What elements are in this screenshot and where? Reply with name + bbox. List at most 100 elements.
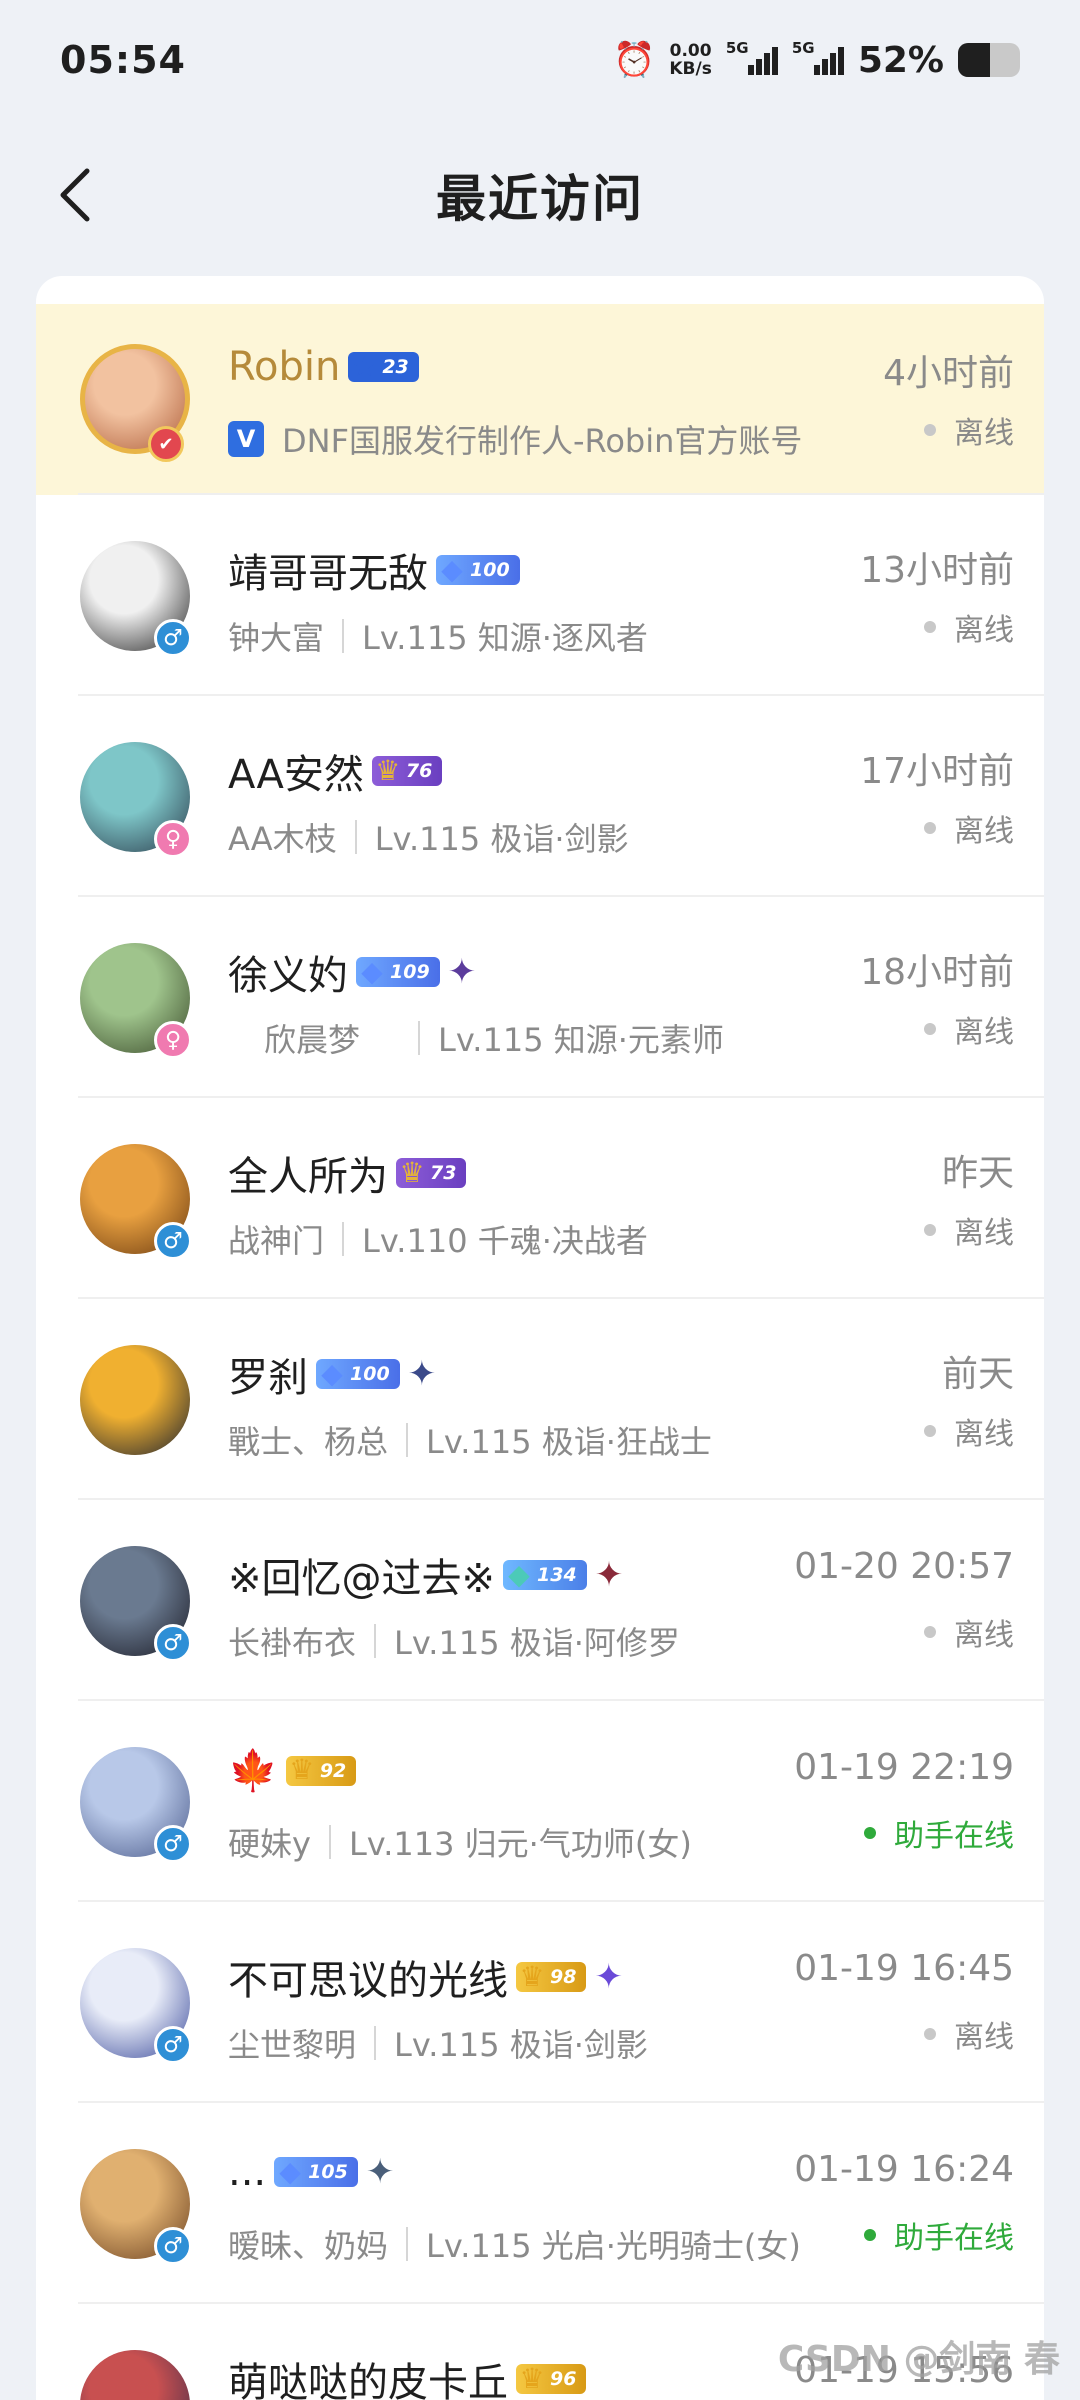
character-name: 欣晨梦: [264, 1021, 361, 1059]
signal-strength-icon: 5G: [726, 39, 778, 75]
male-icon: ♂: [154, 1222, 192, 1260]
status-dot-icon: [924, 2028, 936, 2040]
status-dot-icon: [924, 424, 936, 436]
status-dot-icon: [924, 822, 936, 834]
male-icon: ♂: [154, 1624, 192, 1662]
network-speed: 0.00 KB/s: [669, 42, 711, 78]
character-name: 硬妹y: [228, 1825, 311, 1863]
rank-emblem-icon: ✦: [365, 2152, 395, 2192]
divider: [342, 619, 345, 653]
female-icon: ♀: [154, 1021, 192, 1059]
crown-icon: ♛: [375, 753, 401, 787]
battery-icon: [958, 43, 1020, 77]
female-icon: ♀: [154, 820, 192, 858]
visit-time: 01-19 16:24: [794, 2149, 1014, 2190]
character-class: Lv.113 归元·气功师(女): [348, 1825, 692, 1863]
visitor-item[interactable]: ♂ ※回忆@过去※ ◆ 134 ✦ 长褂布衣 Lv.115 极诣·阿修罗 01-20 20:5…: [36, 1500, 1044, 1701]
character-name: 长褂布衣: [228, 1624, 357, 1662]
online-status-label: 离线: [954, 2020, 1014, 2055]
crown-icon: ♛: [289, 1753, 315, 1786]
name-row: Robin ★ 23: [228, 344, 419, 390]
visitor-item[interactable]: ✔ Robin ★ 23 V DNF国服发行制作人-Robin官方账号 4小时前 离线: [36, 304, 1044, 495]
star-icon: ★: [351, 349, 377, 383]
visitor-name: 全人所为: [228, 1154, 388, 1200]
online-status-label: 助手在线: [894, 2221, 1014, 2256]
visitor-name: ※回忆@过去※: [228, 1556, 496, 1602]
name-row: 🍁 ♛ 92: [228, 1747, 357, 1794]
name-row: 靖哥哥无敌 ◆ 100: [228, 541, 520, 599]
name-row: 全人所为 ♛ 73: [228, 1144, 467, 1202]
visitor-subtitle: 钟大富 Lv.115 知源·逐风者: [228, 613, 648, 659]
status-icons: ⏰ 0.00 KB/s 5G 5G 52%: [613, 39, 1020, 81]
online-status-label: 离线: [954, 1015, 1014, 1050]
online-status: 离线: [924, 806, 1014, 850]
level-badge-value: 92: [319, 1759, 347, 1782]
visitor-item[interactable]: ♂ 全人所为 ♛ 73 战神门 Lv.110 千魂·决战者 昨天离线: [36, 1098, 1044, 1299]
male-icon: ♂: [154, 1825, 192, 1863]
character-name: 战神门: [228, 1222, 325, 1260]
visitor-subtitle: 长褂布衣 Lv.115 极诣·阿修罗: [228, 1618, 680, 1664]
visit-time: 01-19 16:45: [794, 1948, 1014, 1989]
visitor-item[interactable]: ♂ 🍁 ♛ 92 硬妹y Lv.113 归元·气功师(女) 01-19 22:19 助手在线: [36, 1701, 1044, 1902]
visitor-subtitle: 尘世黎明 Lv.115 极诣·剑影: [228, 2020, 648, 2066]
visitor-item[interactable]: ♀ AA安然 ♛ 76 AA木枝 Lv.115 极诣·剑影 17小时前 离线: [36, 696, 1044, 897]
level-badge: ♛ 73: [396, 1156, 467, 1189]
online-status-label: 离线: [954, 814, 1014, 849]
online-status: 离线: [924, 1409, 1014, 1453]
signal-strength-icon: 5G: [792, 39, 844, 75]
visitor-name: 不可思议的光线: [228, 1958, 508, 2004]
name-row: 不可思议的光线 ♛ 98 ✦: [228, 1948, 623, 2006]
visitor-item[interactable]: ♂ 靖哥哥无敌 ◆ 100 钟大富 Lv.115 知源·逐风者 13小时前离线: [36, 495, 1044, 696]
online-status: 离线: [924, 1007, 1014, 1051]
character-class: Lv.115 知源·元素师: [438, 1021, 724, 1059]
level-badge-value: 96: [550, 2368, 577, 2390]
character-name: 戰士、杨总: [228, 1423, 389, 1461]
online-status: 助手在线: [864, 2213, 1014, 2257]
character-name: AA木枝: [228, 820, 337, 858]
visitor-item[interactable]: ♀ 徐义妁 ◆ 109 ✦ 欣晨梦 Lv.115 知源·元素师 18小时前 离线: [36, 897, 1044, 1098]
visit-time: 4小时前: [883, 353, 1014, 394]
visit-time: 昨天: [941, 1153, 1014, 1194]
visitor-subtitle: 战神门 Lv.110 千魂·决战者: [228, 1216, 648, 1262]
character-name: 暧昧、奶妈: [228, 2227, 389, 2265]
male-icon: ♂: [154, 619, 192, 657]
visitor-name: 罗刹: [228, 1355, 308, 1401]
rank-emblem-icon: ✦: [447, 952, 477, 992]
visitor-item[interactable]: ♂ 不可思议的光线 ♛ 98 ✦ 尘世黎明 Lv.115 极诣·剑影 01-19 16:45 离…: [36, 1902, 1044, 2103]
online-status-label: 离线: [954, 1417, 1014, 1452]
divider: [406, 2227, 409, 2261]
network-speed-value: 0.00: [669, 41, 712, 61]
visitor-item[interactable]: 罗刹 ◆ 100 ✦ 戰士、杨总 Lv.115 极诣·狂战士 前天 离线: [36, 1299, 1044, 1500]
level-badge: ♛ 92: [285, 1753, 357, 1786]
visitor-name: ...: [228, 2149, 267, 2195]
divider: [374, 2026, 377, 2060]
status-dot-icon: [864, 2229, 876, 2241]
v-verified-icon: V: [228, 421, 264, 457]
online-status-label: 离线: [954, 1216, 1014, 1251]
visitor-item[interactable]: ♂... ◆ 105 ✦ 暧昧、奶妈 Lv.115 光启·光明骑士(女) 01-19 16:…: [36, 2103, 1044, 2304]
visit-time: 13小时前: [860, 550, 1014, 591]
online-status: 离线: [924, 2012, 1014, 2056]
sim2-network-label: 5G: [791, 39, 815, 57]
name-row: 萌哒哒的皮卡丘 ♛ 96: [228, 2350, 587, 2400]
avatar[interactable]: [80, 2350, 190, 2400]
level-badge-value: 23: [382, 356, 409, 378]
character-class: Lv.115 知源·逐风者: [362, 619, 648, 657]
character-class: Lv.115 极诣·剑影: [374, 820, 629, 858]
visitor-list: ✔ Robin ★ 23 V DNF国服发行制作人-Robin官方账号 4小时前 离线 ♂ 靖哥哥…: [36, 276, 1044, 2400]
visitor-subtitle: AA木枝 Lv.115 极诣·剑影: [228, 814, 629, 860]
visit-time: 17小时前: [860, 751, 1014, 792]
crown-icon: ♛: [519, 2361, 545, 2395]
online-status-label: 离线: [954, 613, 1014, 648]
divider: [342, 1222, 345, 1256]
visitor-subtitle: V DNF国服发行制作人-Robin官方账号: [228, 416, 802, 462]
status-dot-icon: [864, 1827, 876, 1839]
character-class: Lv.115 极诣·剑影: [394, 2026, 648, 2064]
character-name: 钟大富: [228, 619, 325, 657]
status-dot-icon: [924, 621, 936, 633]
back-button[interactable]: [40, 160, 110, 230]
avatar[interactable]: [80, 1345, 190, 1455]
alarm-clock-icon: ⏰: [613, 40, 656, 80]
online-status-label: 离线: [954, 1618, 1014, 1653]
visitor-description: DNF国服发行制作人-Robin官方账号: [282, 422, 803, 460]
